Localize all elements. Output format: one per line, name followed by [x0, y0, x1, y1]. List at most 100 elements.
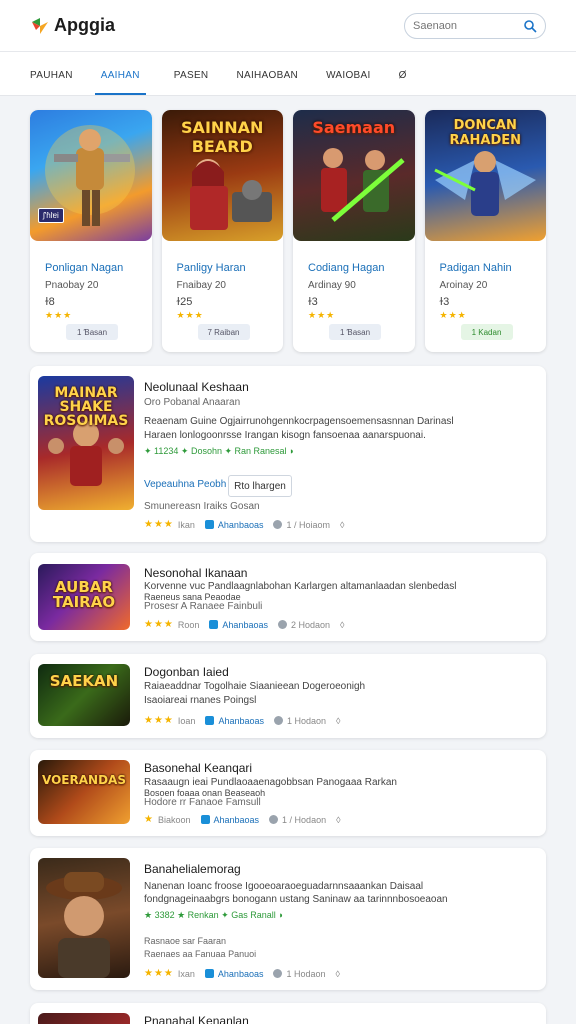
tab-1[interactable]: AAIHAN	[94, 70, 146, 95]
game-list-item[interactable]: AUBAR TAIRAO Nesonohal Ikanaan Korvenne …	[30, 553, 546, 641]
game-action-button[interactable]: Rto lhargen	[228, 475, 292, 497]
game-title: Dogonban Iaied	[144, 665, 229, 679]
category-label[interactable]: Ahanbaoas	[218, 520, 264, 530]
game-extra-info: Raenaes aa Fanuaa Panuoi	[144, 949, 257, 959]
game-action-button[interactable]: 1 Kadan	[460, 324, 513, 340]
featured-card[interactable]: DONCAN RAHADEN Padigan Nahin Aroinay 20 …	[424, 110, 546, 352]
game-title: Pnanahal Kenanlan	[144, 1014, 249, 1024]
info-icon[interactable]: ◊	[336, 716, 340, 726]
featured-card[interactable]: SAINNAN BEARD Panligy Haran Fnaibay 20 ɫ…	[161, 110, 283, 352]
game-subtitle: Fnaibay 20	[176, 280, 226, 291]
game-title: Nesonohal Ikanaan	[144, 566, 248, 580]
game-badge: ʃ'ɦlɐi	[38, 208, 64, 223]
game-title: Banahelialemorag	[144, 862, 241, 876]
category-label[interactable]: Ahanbaoas	[218, 716, 264, 726]
game-thumbnail: SAEKAN	[38, 664, 130, 726]
game-thumbnail: MAINAR SHAKE ROSOIMAS	[38, 376, 134, 510]
category-label[interactable]: Ahanbaoas	[218, 969, 264, 979]
game-subtitle: Aroinay 20	[439, 280, 488, 291]
rating-stars: ★★★	[176, 310, 204, 320]
search-input[interactable]	[413, 19, 513, 32]
downloads-icon	[273, 969, 283, 978]
game-extra-info: Hodore rr Fanaoe Famsull	[144, 797, 261, 808]
rating-label: Ikan	[177, 519, 195, 530]
game-subtitle: Ardinay 90	[308, 280, 356, 291]
cover-title: SAINNAN BEARD	[181, 118, 264, 156]
tab-5[interactable]: Ø	[399, 70, 407, 95]
downloads-icon	[273, 520, 283, 529]
downloads-label: 1 Hodaon	[286, 968, 326, 979]
game-action-button[interactable]: 1 Ɓasan	[329, 324, 381, 340]
tab-4[interactable]: WAIOBAI	[326, 70, 371, 95]
rating-stars: ★★★	[439, 310, 467, 320]
game-meta: ★★★ Ixan Ahanbaoas 1 Hodaon ◊	[144, 968, 340, 979]
category-icon	[209, 620, 219, 629]
info-icon[interactable]: ◊	[340, 520, 344, 530]
game-extra-info: Rasnaoe sar Faaran	[144, 936, 227, 946]
game-thumbnail: VOERANDAS	[38, 760, 130, 824]
category-icon	[204, 520, 214, 529]
rating-stars: ★★★	[144, 519, 174, 530]
game-title: Basonehal Keanqari	[144, 761, 253, 775]
search-box[interactable]	[404, 12, 546, 39]
featured-card[interactable]: Saemaan Codiang Hagan Ardinay 90 ɫ3 ★★★ …	[293, 110, 415, 352]
game-count: ɫ8	[45, 296, 55, 308]
featured-row: ʃ'ɦlɐi Ponligan Nagan Pnaobay 20 ɫ8 ★★★ …	[30, 110, 546, 352]
downloads-icon	[273, 716, 283, 725]
rating-stars: ★★★	[144, 619, 174, 630]
game-count: ɫ25	[176, 296, 193, 308]
downloads-label: 1 / Hodaon	[282, 814, 327, 825]
game-developer: Oro Pobanal Anaaran	[144, 397, 241, 408]
rating-label: Ixan	[177, 968, 195, 979]
cover-title: Saemaan	[312, 118, 396, 137]
category-label[interactable]: Ahanbaoas	[214, 815, 260, 825]
game-count: ɫ3	[308, 296, 318, 308]
info-icon[interactable]: ◊	[336, 815, 340, 825]
thumbnail-title: MAINAR SHAKE ROSOIMAS	[43, 385, 129, 429]
game-meta: ★★★ Ikan Ahanbaoas 1 / Hoiaom ◊	[144, 519, 344, 530]
rating-stars: ★★★	[308, 310, 336, 320]
info-icon[interactable]: ◊	[340, 620, 344, 630]
rating-label: Biakoon	[157, 814, 191, 825]
app-logo[interactable]: Apggia	[30, 15, 115, 36]
game-list-item[interactable]: VOERANDAS Basonehal Keanqari Rasaaugn ie…	[30, 750, 546, 836]
game-cover-image: ʃ'ɦlɐi	[30, 110, 152, 241]
cover-title: DONCAN RAHADEN	[449, 118, 522, 148]
game-title: Neolunaal Keshaan	[144, 380, 249, 394]
category-label[interactable]: Ahanbaoas	[222, 620, 268, 630]
game-stats: ★ 3382 ★ Renkan ✦ Gas Ranall ◗	[144, 910, 284, 920]
game-thumbnail	[38, 1013, 130, 1024]
downloads-label: 1 / Hoiaom	[286, 519, 330, 530]
tab-3[interactable]: NAIHAOBAN	[236, 70, 298, 95]
category-tabs: PAUHAN AAIHAN PASEN NAIHAOBAN WAIOBAI Ø	[0, 52, 576, 96]
downloads-icon	[277, 620, 287, 629]
game-extra-info: Prosesr A Ranaee Fainbuli	[144, 601, 263, 612]
downloads-icon	[269, 815, 279, 824]
downloads-label: 1 Hodaon	[286, 715, 327, 726]
logo-icon	[32, 17, 48, 34]
game-action-button[interactable]: 7 Raiban	[197, 324, 250, 340]
thumbnail-title: SAEKAN	[49, 672, 119, 690]
game-meta: ★★★ Roon Ahanbaoas 2 Hodaon ◊	[144, 619, 344, 630]
app-name: Apggia	[54, 15, 115, 35]
game-action-button[interactable]: 1 Ɓasan	[66, 324, 118, 340]
search-icon[interactable]	[523, 19, 537, 33]
thumbnail-title: VOERANDAS	[42, 773, 126, 787]
game-description-line: fondgnageinaabgrs bonogann ustang Sanina…	[144, 894, 448, 905]
info-icon[interactable]: ◊	[336, 969, 340, 979]
game-list-item[interactable]: SAEKAN Dogonban Iaied Raiaeaddnar Togolh…	[30, 654, 546, 738]
tab-0[interactable]: PAUHAN	[30, 70, 73, 95]
rating-stars: ★★★	[144, 715, 174, 726]
game-extra-info: Smunereasn Iraiks Gosan	[144, 501, 260, 512]
featured-card[interactable]: ʃ'ɦlɐi Ponligan Nagan Pnaobay 20 ɫ8 ★★★ …	[30, 110, 152, 352]
game-list-item[interactable]: Banahelialemorag Nanenan Ioanc froose Ig…	[30, 848, 546, 990]
game-description-line: Raiaeaddnar Togolhaie Siaanieean Dogeroe…	[144, 681, 366, 692]
game-list-item[interactable]: Pnanahal Kenanlan	[30, 1003, 546, 1024]
game-description-line: Reaenam Guine Ogjairrunohgennkocrpagenso…	[144, 416, 454, 427]
game-list-item[interactable]: MAINAR SHAKE ROSOIMAS Neolunaal Keshaan …	[30, 366, 546, 542]
game-name: Padigan Nahin	[439, 262, 512, 274]
tab-2[interactable]: PASEN	[174, 70, 209, 95]
game-cover-image: DONCAN RAHADEN	[424, 110, 546, 241]
game-link[interactable]: Vepeauhna Peobh	[144, 479, 226, 490]
rating-stars: ★	[144, 814, 154, 825]
